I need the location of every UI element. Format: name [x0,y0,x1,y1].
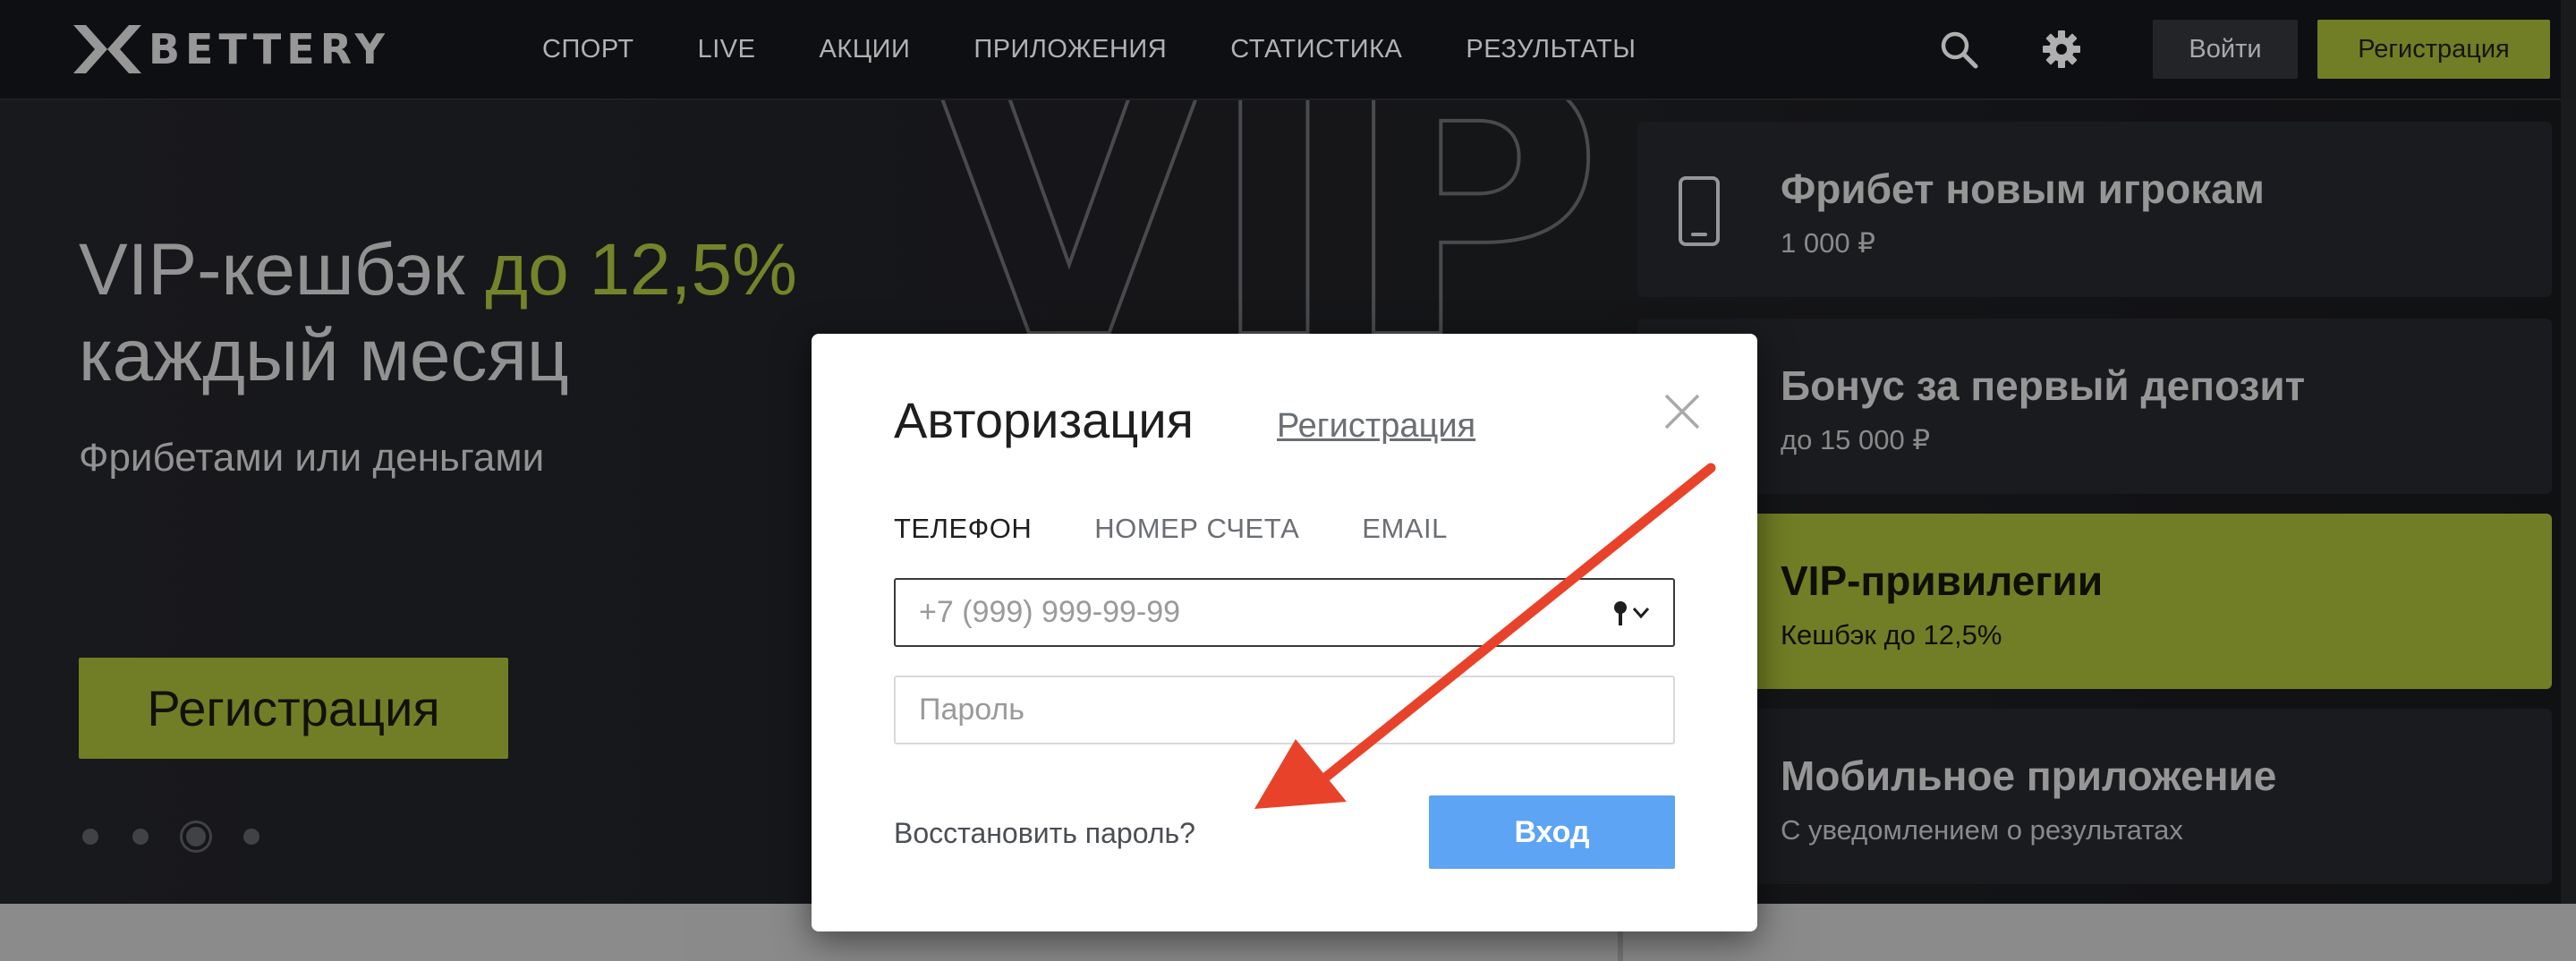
close-icon[interactable] [1662,392,1702,431]
tab-phone[interactable]: ТЕЛЕФОН [894,513,1032,545]
login-method-tabs: ТЕЛЕФОН НОМЕР СЧЕТА EMAIL [894,513,1448,545]
country-code-dropdown-icon[interactable] [1607,598,1655,628]
tab-email[interactable]: EMAIL [1362,513,1448,545]
tab-account-number[interactable]: НОМЕР СЧЕТА [1094,513,1299,545]
login-submit-button[interactable]: Вход [1429,795,1675,869]
password-input[interactable] [894,676,1675,744]
restore-password-link[interactable]: Восстановить пароль? [894,817,1195,850]
modal-register-link[interactable]: Регистрация [1277,407,1475,446]
modal-title: Авторизация [894,392,1194,448]
phone-input[interactable] [894,578,1675,647]
auth-modal: Авторизация Регистрация ТЕЛЕФОН НОМЕР СЧ… [812,334,1757,931]
